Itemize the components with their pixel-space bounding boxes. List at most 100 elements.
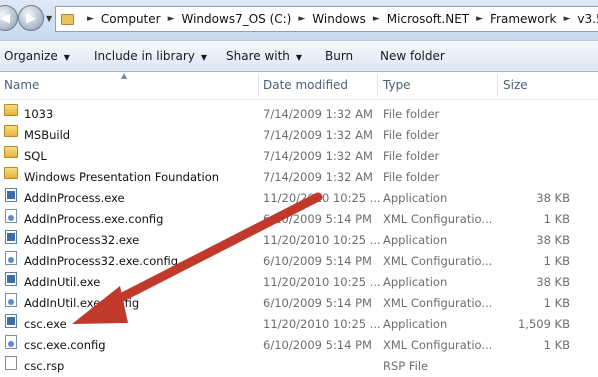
file-name: 1033	[24, 107, 54, 121]
chevron-right-icon[interactable]: ►	[168, 14, 175, 24]
breadcrumb-item-framework[interactable]: Framework	[490, 12, 556, 26]
breadcrumb-item-microsoft-net[interactable]: Microsoft.NET	[387, 12, 469, 26]
chevron-right-icon[interactable]: ►	[563, 14, 570, 24]
file-name: MSBuild	[24, 128, 71, 142]
rsp-file-icon	[5, 356, 17, 370]
chevron-down-icon: ▼	[63, 53, 70, 62]
file-size: 38 KB	[536, 275, 570, 289]
command-toolbar: Organize ▼ Include in library ▼ Share with…	[0, 40, 598, 72]
file-row[interactable]: MSBuild 7/14/2009 1:32 AM File folder	[0, 125, 598, 146]
back-button[interactable]: ◀	[0, 5, 18, 31]
file-date-modified: 6/10/2009 5:14 PM	[263, 296, 372, 310]
file-date-modified: 7/14/2009 1:32 AM	[263, 149, 373, 163]
breadcrumb[interactable]: ► Computer ► Windows7_OS (C:) ► Windows …	[55, 6, 598, 32]
file-type: File folder	[383, 128, 440, 142]
file-date-modified: 11/20/2010 10:25 ...	[263, 317, 381, 331]
organize-label: Organize	[4, 49, 58, 63]
file-name: AddInUtil.exe	[24, 275, 101, 289]
file-date-modified: 11/20/2010 10:25 ...	[263, 233, 381, 247]
address-bar: ◀ ▶ ▼ ► Computer ► Windows7_OS (C:) ► Wi…	[0, 0, 598, 40]
column-header-name[interactable]: Name	[4, 72, 39, 99]
chevron-right-icon[interactable]: ►	[298, 14, 305, 24]
folder-icon	[4, 125, 18, 137]
sort-ascending-icon: ▲	[121, 71, 128, 80]
file-date-modified: 6/10/2009 5:14 PM	[263, 338, 372, 352]
file-name: SQL	[24, 149, 47, 163]
application-icon	[5, 314, 17, 328]
forward-button[interactable]: ▶	[18, 5, 44, 31]
file-date-modified: 6/10/2009 5:14 PM	[263, 254, 372, 268]
file-size: 1,509 KB	[517, 317, 570, 331]
recent-pages-dropdown-icon[interactable]: ▼	[46, 14, 52, 23]
folder-icon	[61, 13, 74, 25]
include-in-library-button[interactable]: Include in library ▼	[94, 49, 207, 63]
column-header-date-modified[interactable]: Date modified	[263, 72, 348, 99]
file-row[interactable]: AddInProcess32.exe.config 6/10/2009 5:14…	[0, 251, 598, 272]
chevron-right-icon[interactable]: ►	[476, 14, 483, 24]
application-icon	[5, 272, 17, 286]
file-date-modified: 7/14/2009 1:32 AM	[263, 170, 373, 184]
config-file-icon	[5, 335, 17, 349]
file-type: Application	[383, 317, 448, 331]
file-size: 1 KB	[543, 338, 570, 352]
column-divider[interactable]	[497, 74, 498, 97]
forward-arrow-icon: ▶	[26, 10, 36, 26]
folder-icon	[4, 167, 18, 179]
column-header-type[interactable]: Type	[383, 72, 411, 99]
file-date-modified: 11/20/2010 10:25 ...	[263, 191, 381, 205]
organize-menu-button[interactable]: Organize ▼	[4, 49, 70, 63]
burn-button[interactable]: Burn	[325, 49, 353, 63]
file-list: 1033 7/14/2009 1:32 AM File folder MSBui…	[0, 104, 598, 377]
breadcrumb-item-v35[interactable]: v3.5	[577, 12, 598, 26]
file-date-modified: 11/20/2010 10:25 ...	[263, 275, 381, 289]
include-in-library-label: Include in library	[94, 49, 195, 63]
file-name: csc.exe	[24, 317, 67, 331]
file-size: 1 KB	[543, 296, 570, 310]
file-row[interactable]: 1033 7/14/2009 1:32 AM File folder	[0, 104, 598, 125]
breadcrumb-item-drive[interactable]: Windows7_OS (C:)	[182, 12, 292, 26]
file-name: AddInProcess.exe.config	[24, 212, 164, 226]
file-name: AddInUtil.exe.config	[24, 296, 140, 310]
config-file-icon	[5, 251, 17, 265]
file-size: 1 KB	[543, 254, 570, 268]
file-row[interactable]: SQL 7/14/2009 1:32 AM File folder	[0, 146, 598, 167]
file-type: XML Configuratio...	[383, 296, 493, 310]
file-row[interactable]: AddInUtil.exe.config 6/10/2009 5:14 PM X…	[0, 293, 598, 314]
file-size: 38 KB	[536, 233, 570, 247]
file-size: 1 KB	[543, 212, 570, 226]
file-date-modified: 6/10/2009 5:14 PM	[263, 212, 372, 226]
file-row[interactable]: AddInProcess.exe 11/20/2010 10:25 ... Ap…	[0, 188, 598, 209]
chevron-right-icon[interactable]: ►	[373, 14, 380, 24]
file-size: 38 KB	[536, 191, 570, 205]
file-name: csc.exe.config	[24, 338, 106, 352]
share-with-button[interactable]: Share with ▼	[226, 49, 302, 63]
file-date-modified: 7/14/2009 1:32 AM	[263, 128, 373, 142]
folder-icon	[4, 104, 18, 116]
file-type: File folder	[383, 149, 440, 163]
new-folder-button[interactable]: New folder	[380, 49, 445, 63]
application-icon	[5, 230, 17, 244]
file-type: XML Configuratio...	[383, 338, 493, 352]
chevron-right-icon[interactable]: ►	[87, 14, 94, 24]
share-with-label: Share with	[226, 49, 290, 63]
file-row[interactable]: csc.exe.config 6/10/2009 5:14 PM XML Con…	[0, 335, 598, 356]
column-divider[interactable]	[258, 74, 259, 97]
file-row[interactable]: AddInUtil.exe 11/20/2010 10:25 ... Appli…	[0, 272, 598, 293]
file-row[interactable]: Windows Presentation Foundation 7/14/200…	[0, 167, 598, 188]
file-name: AddInProcess32.exe	[24, 233, 140, 247]
file-type: XML Configuratio...	[383, 212, 493, 226]
chevron-down-icon: ▼	[200, 53, 208, 62]
config-file-icon	[5, 209, 17, 223]
file-type: XML Configuratio...	[383, 254, 493, 268]
column-divider[interactable]	[377, 74, 378, 97]
breadcrumb-item-computer[interactable]: Computer	[101, 12, 161, 26]
file-row[interactable]: AddInProcess32.exe 11/20/2010 10:25 ... …	[0, 230, 598, 251]
column-header-size[interactable]: Size	[503, 72, 528, 99]
breadcrumb-item-windows[interactable]: Windows	[312, 12, 366, 26]
file-row[interactable]: AddInProcess.exe.config 6/10/2009 5:14 P…	[0, 209, 598, 230]
file-row[interactable]: csc.exe 11/20/2010 10:25 ... Application…	[0, 314, 598, 335]
file-type: Application	[383, 275, 448, 289]
file-type: Application	[383, 191, 448, 205]
file-type: File folder	[383, 170, 440, 184]
back-arrow-icon: ◀	[0, 10, 10, 26]
